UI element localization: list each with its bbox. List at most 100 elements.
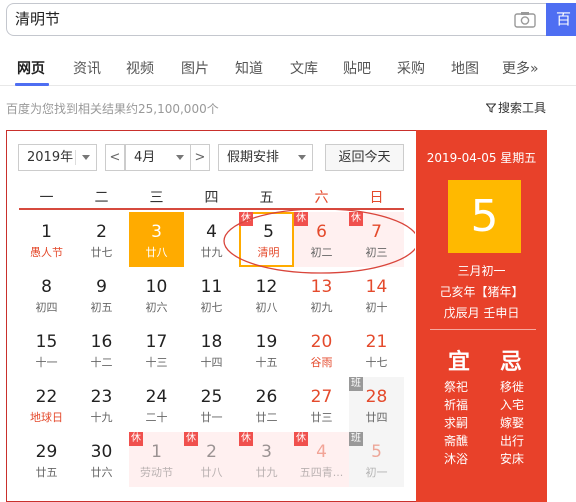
day-number: 10 bbox=[145, 277, 168, 297]
yi-item: 祈福 bbox=[444, 398, 469, 412]
day-number: 1 bbox=[151, 442, 162, 462]
calendar-day-cell[interactable]: 休 3 廿九 bbox=[239, 432, 294, 487]
lunar-label: 廿九 bbox=[200, 246, 223, 259]
calendar-day-cell[interactable]: 26 廿二 bbox=[239, 377, 294, 432]
lunar-label: 初九 bbox=[310, 301, 333, 314]
weekday-label: 四 bbox=[204, 190, 219, 206]
calendar-day-cell[interactable]: 11 初七 bbox=[184, 267, 239, 322]
day-number: 28 bbox=[365, 387, 388, 407]
calendar-day-cell[interactable]: 休 2 廿八 bbox=[184, 432, 239, 487]
calendar-day-cell[interactable]: 21 十七 bbox=[349, 322, 404, 377]
day-number: 29 bbox=[35, 442, 58, 462]
calendar-day-cell[interactable]: 14 初十 bbox=[349, 267, 404, 322]
ji-item: 移徙 bbox=[500, 380, 525, 394]
detail-year-ganzhi: 己亥年【猪年】 bbox=[439, 285, 524, 299]
search-button[interactable]: 百 bbox=[546, 3, 576, 36]
tab-0[interactable]: 网页 bbox=[17, 58, 45, 78]
lunar-label: 廿一 bbox=[200, 411, 223, 424]
calendar-day-cell[interactable]: 9 初五 bbox=[74, 267, 129, 322]
lunar-label: 初四 bbox=[35, 301, 58, 314]
calendar-day-cell[interactable]: 休 6 初二 bbox=[294, 212, 349, 267]
tab-6[interactable]: 贴吧 bbox=[343, 58, 371, 78]
day-number: 27 bbox=[310, 387, 333, 407]
detail-date: 2019-04-05 星期五 bbox=[426, 151, 537, 165]
search-tools-link[interactable]: 搜索工具 bbox=[485, 99, 546, 116]
calendar-day-cell[interactable]: 16 十二 bbox=[74, 322, 129, 377]
tab-1[interactable]: 资讯 bbox=[73, 58, 101, 78]
prev-month-button[interactable]: < bbox=[105, 144, 125, 171]
day-number: 16 bbox=[90, 332, 113, 352]
calendar-day-cell[interactable]: 3 廿八 bbox=[129, 212, 184, 267]
calendar-day-cell[interactable]: 20 谷雨 bbox=[294, 322, 349, 377]
calendar-day-cell[interactable]: 19 十五 bbox=[239, 322, 294, 377]
active-tab-underline bbox=[15, 83, 49, 86]
calendar-day-cell[interactable]: 休 4 五四青... bbox=[294, 432, 349, 487]
ji-item: 入宅 bbox=[500, 398, 525, 412]
calendar-day-cell[interactable]: 10 初六 bbox=[129, 267, 184, 322]
calendar-day-cell[interactable]: 25 廿一 bbox=[184, 377, 239, 432]
lunar-label: 廿四 bbox=[365, 411, 388, 424]
calendar-day-cell[interactable]: 2 廿七 bbox=[74, 212, 129, 267]
calendar-day-cell[interactable]: 休 5 清明 bbox=[239, 212, 294, 267]
holiday-select-value: 假期安排 bbox=[227, 150, 280, 165]
detail-month-day-ganzhi: 戊辰月 壬申日 bbox=[443, 306, 520, 320]
day-number: 24 bbox=[145, 387, 168, 407]
calendar-day-cell[interactable]: 17 十三 bbox=[129, 322, 184, 377]
calendar-day-cell[interactable]: 29 廿五 bbox=[19, 432, 74, 487]
calendar-day-cell[interactable]: 22 地球日 bbox=[19, 377, 74, 432]
calendar-day-cell[interactable]: 1 愚人节 bbox=[19, 212, 74, 267]
calendar-day-cell[interactable]: 8 初四 bbox=[19, 267, 74, 322]
day-number: 18 bbox=[200, 332, 223, 352]
day-number: 20 bbox=[310, 332, 333, 352]
tab-5[interactable]: 文库 bbox=[290, 58, 318, 78]
day-number: 4 bbox=[206, 222, 217, 242]
next-month-button[interactable]: > bbox=[190, 144, 210, 171]
tab-3[interactable]: 图片 bbox=[181, 58, 209, 78]
holiday-select[interactable]: 假期安排 bbox=[218, 144, 313, 171]
calendar-day-cell[interactable]: 30 廿六 bbox=[74, 432, 129, 487]
ji-heading: 忌 bbox=[500, 350, 523, 375]
lunar-label: 廿八 bbox=[145, 246, 168, 259]
lunar-label: 廿七 bbox=[90, 246, 113, 259]
calendar-day-cell[interactable]: 13 初九 bbox=[294, 267, 349, 322]
calendar-day-cell[interactable]: 休 7 初三 bbox=[349, 212, 404, 267]
day-number: 9 bbox=[96, 277, 107, 297]
chevron-down-icon bbox=[176, 155, 184, 160]
ji-item: 嫁娶 bbox=[500, 416, 525, 430]
lunar-label: 初八 bbox=[255, 301, 278, 314]
lunar-label: 初六 bbox=[145, 301, 168, 314]
calendar-day-cell[interactable]: 12 初八 bbox=[239, 267, 294, 322]
detail-lunar-date: 三月初一 bbox=[457, 264, 506, 278]
calendar-day-cell[interactable]: 18 十四 bbox=[184, 322, 239, 377]
lunar-label: 地球日 bbox=[30, 411, 63, 424]
calendar-day-cell[interactable]: 休 1 劳动节 bbox=[129, 432, 184, 487]
tab-8[interactable]: 地图 bbox=[451, 58, 479, 78]
tab-4[interactable]: 知道 bbox=[235, 58, 263, 78]
day-number: 21 bbox=[365, 332, 388, 352]
weekday-label: 日 bbox=[369, 190, 384, 206]
lunar-label: 廿二 bbox=[255, 411, 278, 424]
calendar-day-cell[interactable]: 23 十九 bbox=[74, 377, 129, 432]
month-select[interactable]: 4月 bbox=[125, 144, 191, 171]
tab-9[interactable]: 更多» bbox=[502, 58, 539, 78]
ji-item: 安床 bbox=[500, 452, 525, 466]
calendar-day-cell[interactable]: 4 廿九 bbox=[184, 212, 239, 267]
search-input[interactable]: 清明节 bbox=[6, 3, 546, 36]
lunar-label: 十九 bbox=[90, 411, 113, 424]
result-stats: 百度为您找到相关结果约25,100,000个 bbox=[6, 102, 219, 116]
day-number: 5 bbox=[371, 442, 382, 462]
year-select[interactable]: 2019年 bbox=[18, 144, 97, 171]
back-to-today-button[interactable]: 返回今天 bbox=[325, 144, 404, 171]
day-number: 23 bbox=[90, 387, 113, 407]
calendar-day-cell[interactable]: 班 28 廿四 bbox=[349, 377, 404, 432]
calendar-day-cell[interactable]: 15 十一 bbox=[19, 322, 74, 377]
ji-item: 出行 bbox=[500, 434, 525, 448]
tab-2[interactable]: 视频 bbox=[126, 58, 154, 78]
tab-7[interactable]: 采购 bbox=[397, 58, 425, 78]
lunar-label: 十五 bbox=[255, 356, 278, 369]
calendar-day-cell[interactable]: 27 廿三 bbox=[294, 377, 349, 432]
calendar-day-cell[interactable]: 24 二十 bbox=[129, 377, 184, 432]
camera-icon[interactable] bbox=[514, 11, 536, 28]
weekday-label: 五 bbox=[259, 190, 274, 206]
calendar-day-cell[interactable]: 班 5 初一 bbox=[349, 432, 404, 487]
